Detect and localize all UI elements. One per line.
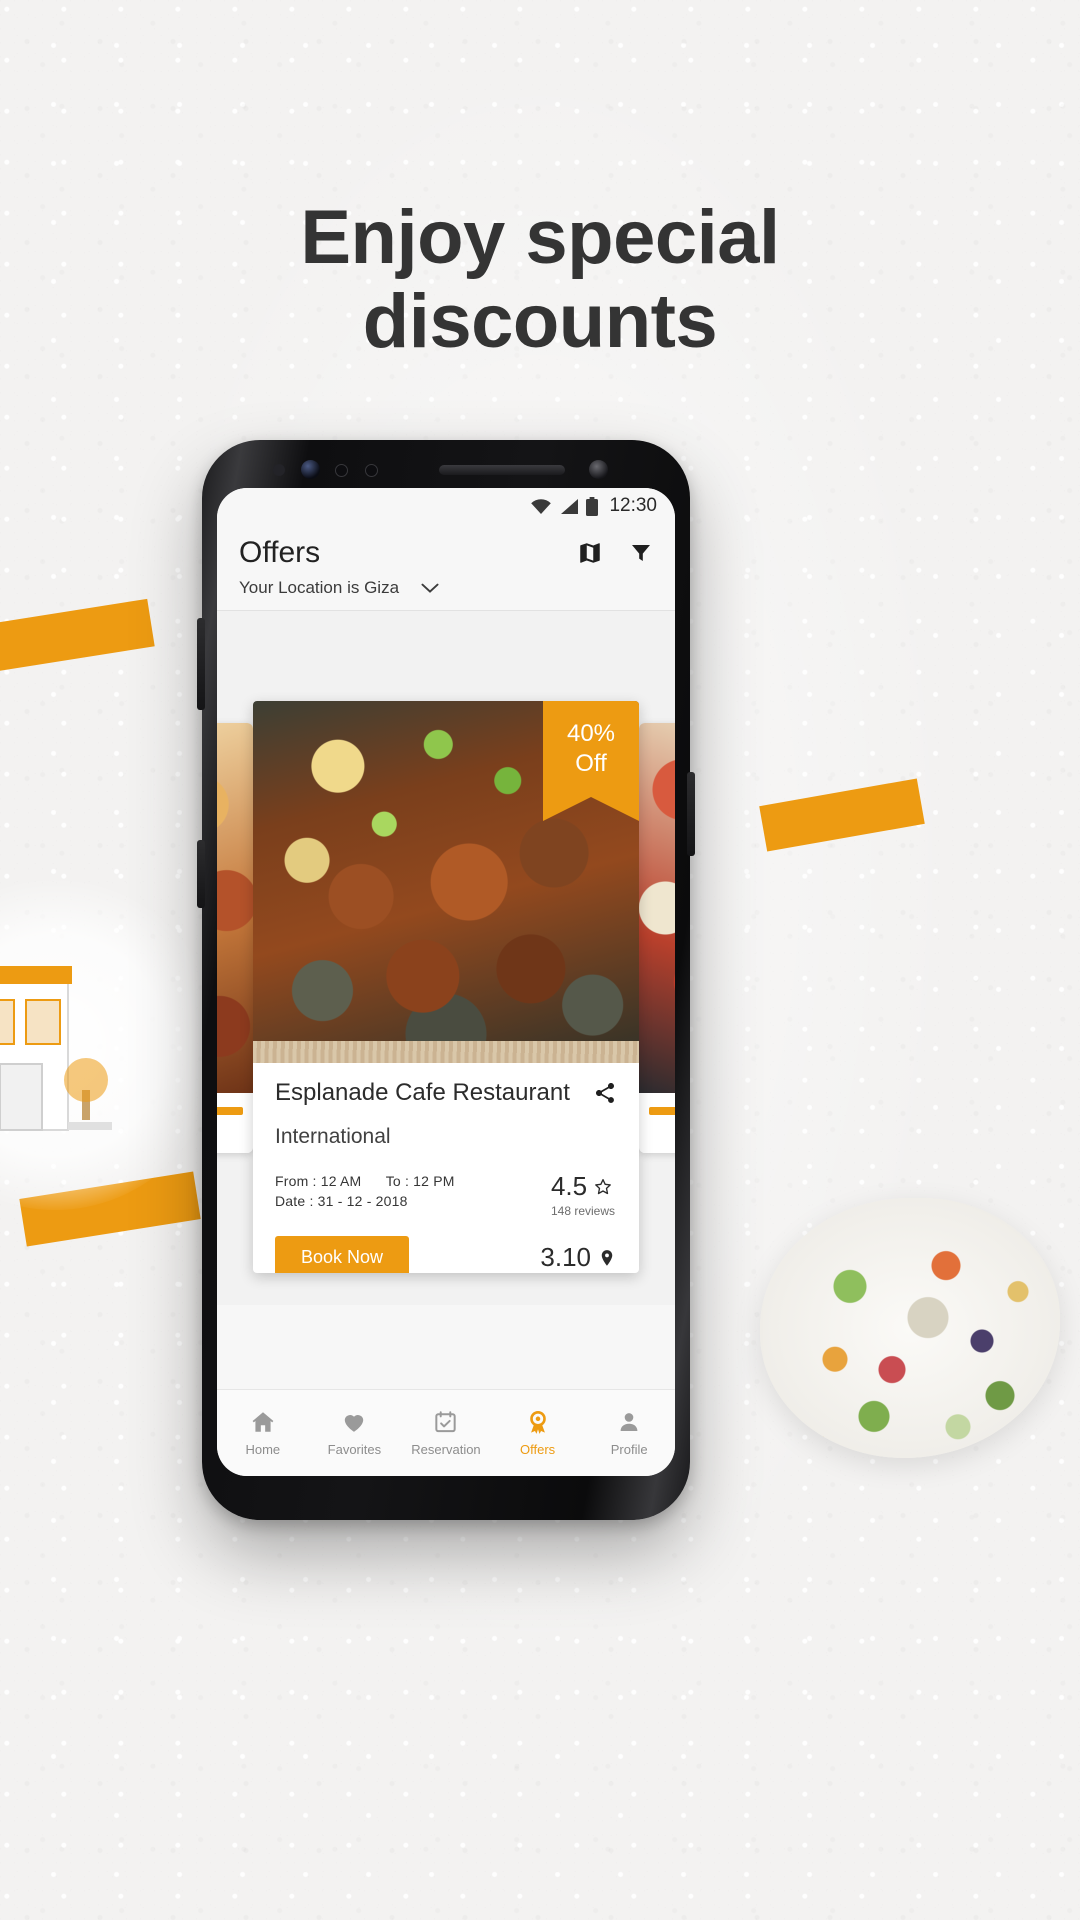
nav-label-profile: Profile <box>610 1442 648 1457</box>
rating-number: 4.5 <box>550 1171 588 1201</box>
rating-block: 4.5 148 reviews <box>551 1171 617 1218</box>
nav-label-reservation: Reservation <box>411 1442 481 1457</box>
nav-label-offers: Offers <box>519 1442 556 1457</box>
volume-button[interactable] <box>197 618 205 710</box>
award-ribbon-icon <box>525 1409 551 1435</box>
person-icon <box>617 1409 641 1435</box>
calendar-check-icon <box>433 1409 458 1435</box>
rating-row: 4.5 <box>551 1171 615 1202</box>
headline-line-1: Enjoy special <box>300 195 780 280</box>
nav-item-reservation[interactable]: Reservation <box>400 1409 492 1457</box>
book-now-button[interactable]: Book Now <box>275 1236 410 1273</box>
offers-carousel[interactable]: 40% Off Esplanade Cafe Restaurant Intern… <box>217 701 675 1273</box>
cuisine-type: International <box>275 1125 391 1148</box>
offer-card[interactable]: 40% Off Esplanade Cafe Restaurant Intern… <box>253 701 639 1273</box>
restaurant-name: Esplanade Cafe Restaurant <box>275 1079 570 1106</box>
offer-card-actions: Book Now 3.10 <box>275 1236 617 1273</box>
offer-date: Date : 31 - 12 - 2018 <box>275 1193 408 1209</box>
offer-card-image-table <box>253 1041 639 1063</box>
review-count: 148 reviews <box>550 1204 615 1218</box>
discount-percent: 40% <box>566 720 616 747</box>
home-icon <box>249 1409 277 1435</box>
phone-sensor-cluster <box>217 448 675 488</box>
proximity-sensor-icon <box>335 464 348 477</box>
offer-meta-row: From : 12 AM To : 12 PM Date : 31 - 12 -… <box>275 1171 617 1218</box>
carousel-card-footer <box>217 1107 253 1153</box>
location-bar[interactable]: Your Location is Giza <box>217 572 675 611</box>
offer-card-body: Esplanade Cafe Restaurant International … <box>253 1063 639 1273</box>
filter-icon[interactable] <box>629 541 653 565</box>
phone-screen: 12:30 Offers Your Location is Giza 40% O… <box>217 488 675 1476</box>
secondary-sensor-icon <box>589 460 608 479</box>
nav-item-favorites[interactable]: Favorites <box>309 1409 401 1457</box>
share-icon[interactable] <box>593 1081 617 1105</box>
wifi-icon <box>531 498 552 514</box>
nav-label-favorites: Favorites <box>327 1442 382 1457</box>
nav-item-home[interactable]: Home <box>217 1409 309 1457</box>
carousel-card-previous[interactable] <box>217 723 253 1153</box>
discount-off-label: Off <box>575 750 607 777</box>
promo-headline: Enjoy special discounts <box>0 196 1080 364</box>
offer-card-title-row: Esplanade Cafe Restaurant <box>275 1079 617 1107</box>
page-title: Offers <box>239 536 321 569</box>
map-icon[interactable] <box>577 540 603 566</box>
offer-hours-to: To : 12 PM <box>385 1173 455 1189</box>
heart-icon <box>341 1409 367 1435</box>
assistant-button[interactable] <box>197 840 205 908</box>
offers-content: 40% Off Esplanade Cafe Restaurant Intern… <box>217 611 675 1305</box>
carousel-card-footer <box>639 1107 675 1153</box>
sensor-dot-icon <box>273 464 285 476</box>
carousel-card-book-button[interactable] <box>649 1107 675 1115</box>
status-time: 12:30 <box>609 495 657 516</box>
distance-value: 3.10 <box>540 1242 591 1272</box>
offer-card-image: 40% Off <box>253 701 639 1063</box>
discount-badge: 40% Off <box>543 701 639 821</box>
status-bar: 12:30 <box>217 488 675 524</box>
earpiece-speaker <box>439 465 565 475</box>
carousel-card-book-button[interactable] <box>217 1107 243 1115</box>
offer-hours-from: From : 12 AM <box>275 1173 362 1189</box>
chevron-down-icon[interactable] <box>421 583 439 594</box>
nav-item-profile[interactable]: Profile <box>583 1409 675 1457</box>
distance-block: 3.10 <box>540 1242 617 1273</box>
carousel-card-image <box>639 723 675 1093</box>
location-pin-icon <box>601 1249 613 1266</box>
carousel-card-image <box>217 723 253 1093</box>
nav-item-offers[interactable]: Offers <box>492 1409 584 1457</box>
star-outline-icon <box>595 1178 612 1194</box>
front-camera-icon <box>301 460 320 479</box>
headline-line-2: discounts <box>362 279 718 364</box>
power-button[interactable] <box>687 772 695 856</box>
offer-schedule: From : 12 AM To : 12 PM Date : 31 - 12 -… <box>275 1171 455 1211</box>
storefront-illustration <box>0 966 112 1131</box>
battery-icon <box>586 496 599 516</box>
signal-icon <box>561 498 579 514</box>
offer-hours: From : 12 AM To : 12 PM <box>275 1171 455 1191</box>
phone-mockup: 12:30 Offers Your Location is Giza 40% O… <box>197 440 695 1520</box>
app-bar-actions <box>577 534 653 566</box>
app-bar: Offers <box>217 524 675 572</box>
location-text: Your Location is Giza <box>239 578 400 597</box>
iris-sensor-icon <box>365 464 378 477</box>
bottom-navigation[interactable]: Home Favorites Reservation Offers Profil… <box>217 1389 675 1476</box>
carousel-card-next[interactable] <box>639 723 675 1153</box>
nav-label-home: Home <box>245 1442 281 1457</box>
